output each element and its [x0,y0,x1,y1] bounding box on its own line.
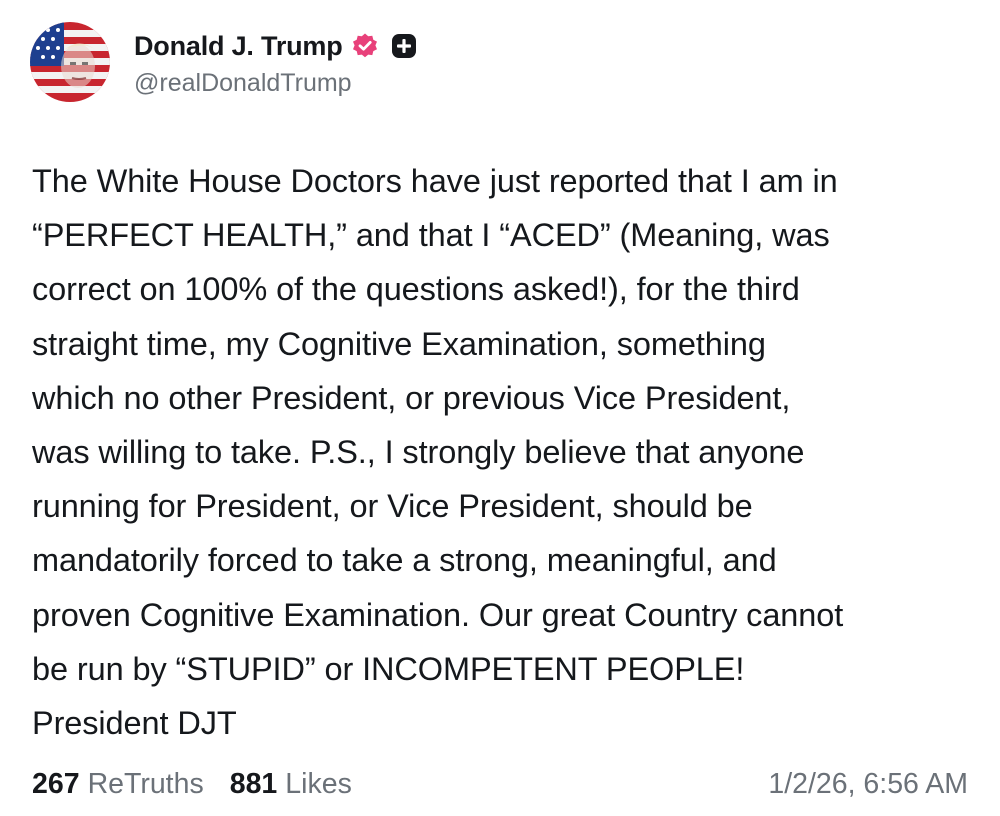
likes-stat[interactable]: 881 Likes [230,768,352,801]
avatar[interactable] [30,22,110,102]
author-handle[interactable]: @realDonaldTrump [134,69,417,98]
truth-post: Donald J. Trump @realDonaldTrump The Whi… [0,0,1000,816]
likes-label: Likes [285,767,352,800]
verified-badge-icon [351,32,379,60]
post-header: Donald J. Trump @realDonaldTrump [30,22,417,102]
likes-count: 881 [229,767,278,800]
post-timestamp[interactable]: 1/2/26, 6:56 AM [768,768,968,801]
avatar-image [30,22,110,102]
retruths-label: ReTruths [87,767,204,800]
post-footer: 267 ReTruths 881 Likes 1/2/26, 6:56 AM [32,764,968,804]
post-body-text: The White House Doctors have just report… [32,163,844,742]
retruths-stat[interactable]: 267 ReTruths [32,768,204,801]
name-row: Donald J. Trump [134,28,417,64]
author-display-name[interactable]: Donald J. Trump [134,31,343,62]
plus-square-icon [391,33,417,59]
author-info: Donald J. Trump @realDonaldTrump [134,28,417,98]
retruths-count: 267 [32,767,80,800]
